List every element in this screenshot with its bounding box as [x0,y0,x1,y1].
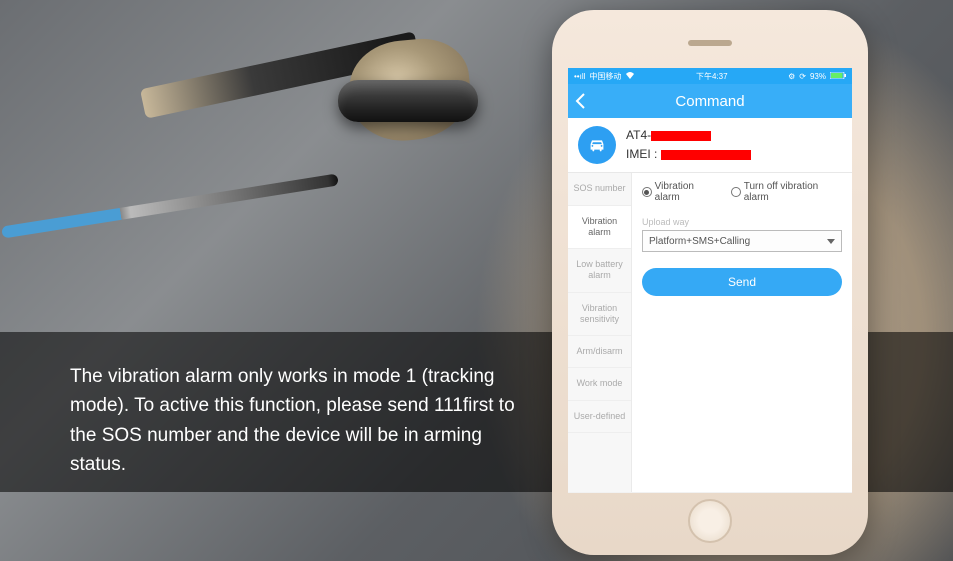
status-bar: ••ıll 中国移动 下午4:37 ⚙ ⟳ 93% [568,68,852,84]
device-info-row: AT4- IMEI : [568,118,852,173]
sidebar-item-vibration-alarm[interactable]: Vibration alarm [568,206,631,250]
send-button[interactable]: Send [642,268,842,296]
chevron-down-icon [827,239,835,244]
command-sidebar: SOS numberVibration alarmLow battery ala… [568,173,632,492]
select-value: Platform+SMS+Calling [649,236,750,247]
device-imei: IMEI : [626,145,751,164]
phone-speaker [688,40,732,46]
loading-icon: ⟳ [799,72,806,81]
device-name: AT4- [626,126,751,145]
radio-label: Vibration alarm [655,181,719,203]
home-button[interactable] [688,499,732,543]
upload-way-select[interactable]: Platform+SMS+Calling [642,230,842,252]
upload-way-label: Upload way [642,217,842,227]
sidebar-item-work-mode[interactable]: Work mode [568,368,631,400]
radio-dot-icon [642,187,652,197]
phone-screen: ••ıll 中国移动 下午4:37 ⚙ ⟳ 93% Command [568,68,852,493]
nav-bar: Command [568,84,852,118]
car-icon [578,126,616,164]
redaction-bar [651,131,711,141]
sidebar-item-arm-disarm[interactable]: Arm/disarm [568,336,631,368]
carrier-label: 中国移动 [589,71,621,82]
radio-vibration-off[interactable]: Turn off vibration alarm [731,181,842,203]
sidebar-item-user-defined[interactable]: User-defined [568,401,631,433]
vibration-radio-group: Vibration alarm Turn off vibration alarm [642,181,842,203]
page-title: Command [568,93,852,110]
phone-frame: ••ıll 中国移动 下午4:37 ⚙ ⟳ 93% Command [552,10,868,555]
car-door-handle [338,80,478,122]
sidebar-item-sos-number[interactable]: SOS number [568,173,631,205]
radio-vibration-on[interactable]: Vibration alarm [642,181,719,203]
redaction-bar [661,150,751,160]
chevron-left-icon [575,93,586,109]
command-content: Vibration alarm Turn off vibration alarm… [632,173,852,492]
sidebar-item-low-battery-alarm[interactable]: Low battery alarm [568,249,631,293]
caption-text: The vibration alarm only works in mode 1… [70,362,530,480]
wifi-icon [625,71,635,81]
bluetooth-icon: ⚙ [788,72,795,81]
sidebar-item-vibration-sensitivity[interactable]: Vibration sensitivity [568,293,631,337]
signal-icon: ••ıll [574,72,585,81]
status-time: 下午4:37 [696,71,728,82]
back-button[interactable] [568,84,592,118]
radio-label: Turn off vibration alarm [744,181,842,203]
battery-label: 93% [810,72,826,81]
battery-icon [830,72,846,81]
radio-dot-icon [731,187,741,197]
